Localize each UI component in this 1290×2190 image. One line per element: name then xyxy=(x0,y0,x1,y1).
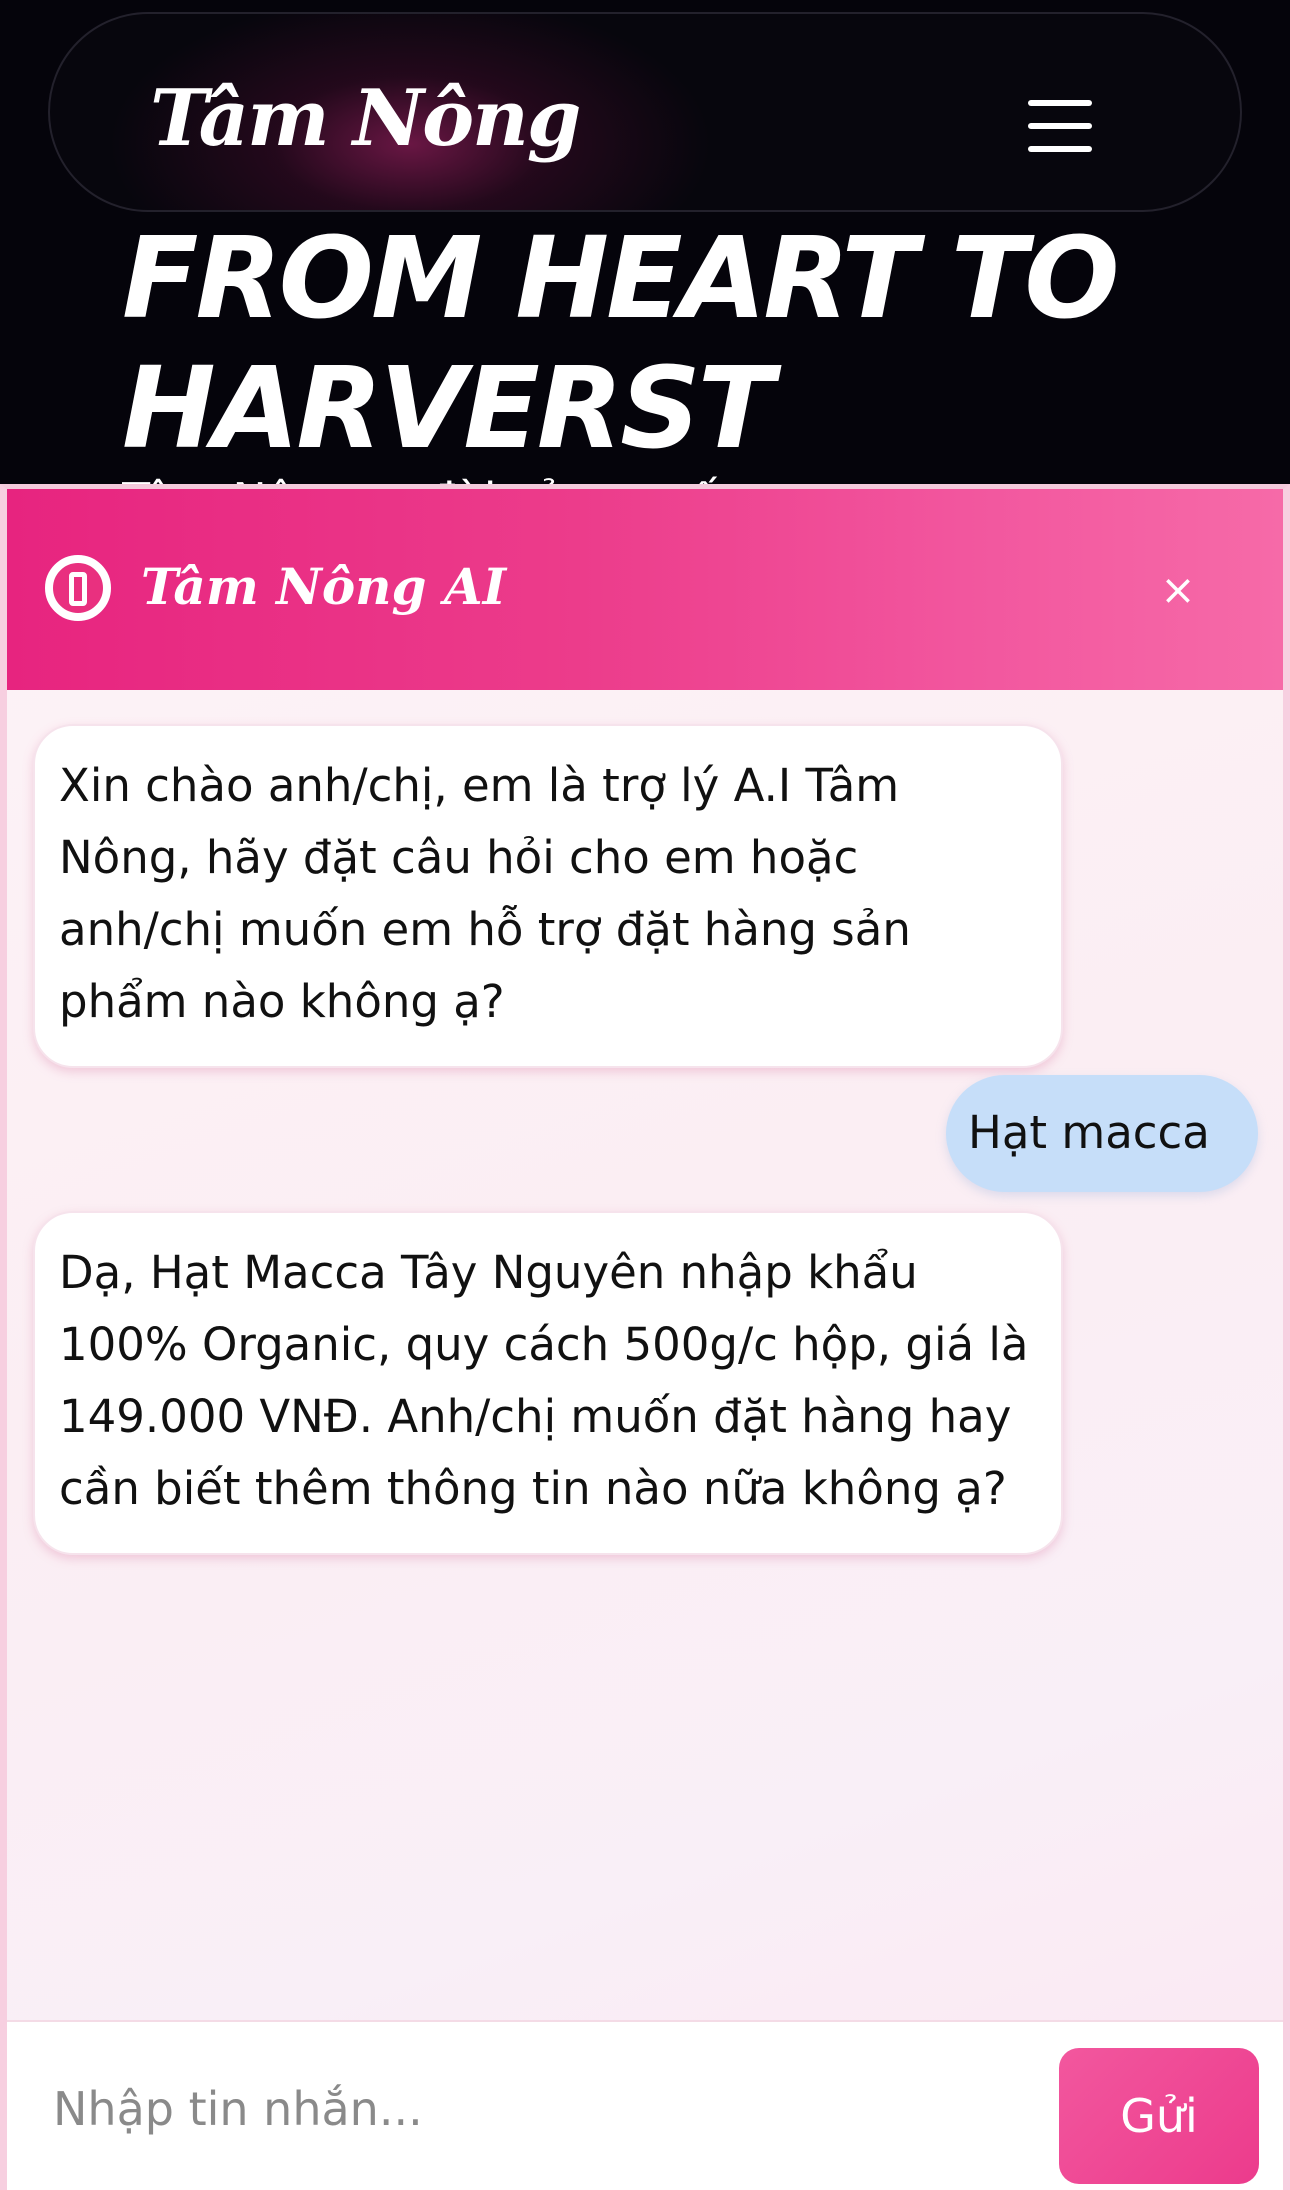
close-icon[interactable]: × xyxy=(1141,557,1215,623)
hamburger-menu-icon[interactable] xyxy=(1005,86,1115,166)
message-input[interactable] xyxy=(7,2022,1047,2190)
page: Tâm Nông FROM HEART TO HARVERST Tâm Nông… xyxy=(0,0,1290,2190)
menu-bar xyxy=(1028,146,1092,152)
bot-message: Dạ, Hạt Macca Tây Nguyên nhập khẩu 100% … xyxy=(33,1211,1063,1555)
user-message: Hạt macca xyxy=(946,1075,1258,1192)
brand-logo[interactable]: Tâm Nông xyxy=(150,80,581,158)
alert-icon xyxy=(45,555,111,621)
send-button[interactable]: Gửi xyxy=(1059,2048,1259,2184)
menu-bar xyxy=(1028,100,1092,106)
hero-title: FROM HEART TO HARVERST xyxy=(122,214,1120,474)
site-background: Tâm Nông FROM HEART TO HARVERST Tâm Nông… xyxy=(0,0,1290,490)
alert-icon-glyph xyxy=(69,572,87,606)
message-list[interactable]: Xin chào anh/chị, em là trợ lý A.I Tâm N… xyxy=(7,690,1283,2000)
bot-message: Xin chào anh/chị, em là trợ lý A.I Tâm N… xyxy=(33,724,1063,1068)
chat-header: Tâm Nông AI × xyxy=(7,489,1283,690)
chat-title: Tâm Nông AI xyxy=(141,557,507,616)
chat-widget: Tâm Nông AI × Xin chào anh/chị, em là tr… xyxy=(0,484,1290,2190)
navbar: Tâm Nông xyxy=(48,12,1242,212)
input-bar: Gửi xyxy=(7,2020,1283,2190)
menu-bar xyxy=(1028,123,1092,129)
